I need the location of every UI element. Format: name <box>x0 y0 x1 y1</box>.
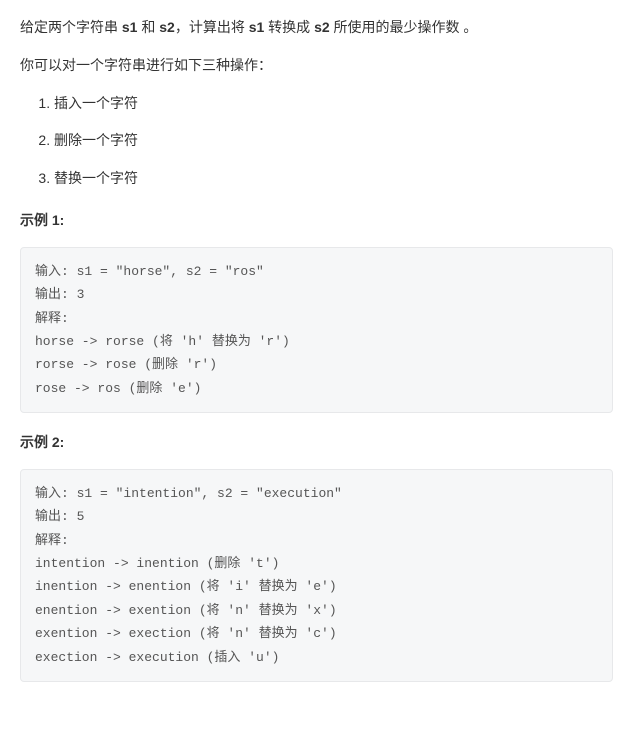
list-item: 插入一个字符 <box>54 92 613 116</box>
problem-statement-line2: 你可以对一个字符串进行如下三种操作： <box>20 54 613 78</box>
var-s2: s2 <box>159 19 175 35</box>
text-segment: 给定两个字符串 <box>20 19 122 35</box>
example-1-code: 输入: s1 = "horse", s2 = "ros" 输出: 3 解释: h… <box>20 247 613 413</box>
text-segment: ，计算出将 <box>175 19 249 35</box>
example-2-code: 输入: s1 = "intention", s2 = "execution" 输… <box>20 469 613 682</box>
text-segment: 转换成 <box>264 19 314 35</box>
text-segment: 所使用的最少操作数 。 <box>330 19 478 35</box>
var-s1-repeat: s1 <box>249 19 265 35</box>
var-s1: s1 <box>122 19 138 35</box>
list-item: 替换一个字符 <box>54 167 613 191</box>
problem-statement-line1: 给定两个字符串 s1 和 s2，计算出将 s1 转换成 s2 所使用的最少操作数… <box>20 16 613 40</box>
text-segment: 和 <box>137 19 159 35</box>
list-item: 删除一个字符 <box>54 129 613 153</box>
operation-list: 插入一个字符 删除一个字符 替换一个字符 <box>20 92 613 191</box>
example-2-heading: 示例 2: <box>20 431 613 455</box>
var-s2-repeat: s2 <box>314 19 330 35</box>
example-1-heading: 示例 1: <box>20 209 613 233</box>
